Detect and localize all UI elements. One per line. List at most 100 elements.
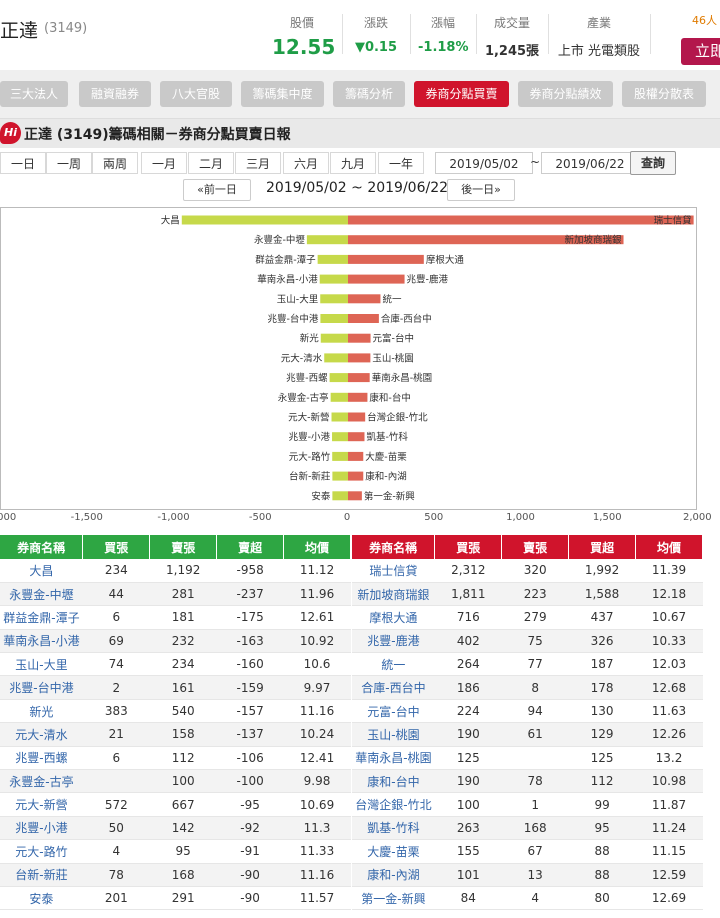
table-cell: 667 [149,792,217,817]
table-cell: -90 [216,863,284,887]
table-cell: 155 [434,839,502,864]
query-button[interactable]: 查詢 [630,151,676,175]
bar-label: 元大-路竹 [289,451,331,463]
table-row: 新加坡商瑞銀 1,811 223 1,588 12.18 [352,582,703,607]
table-cell: 130 [568,699,636,724]
bar-label: 玉山-大里 [277,293,318,305]
tab-shareholding[interactable]: 股權分散表 [622,81,706,107]
period-button[interactable]: 兩周 [92,152,138,174]
bar-label: 第一金-新興 [364,490,415,502]
broker-name-cell[interactable]: 摩根大通 [352,605,435,630]
table-cell: 186 [434,675,502,700]
broker-name-cell[interactable]: 元大-新營 [0,792,83,817]
broker-name-cell[interactable]: 元大-清水 [0,722,83,747]
table-cell: 1 [501,792,569,817]
table-cell: 10.98 [635,769,703,794]
sell-bar [320,314,348,323]
broker-name-cell[interactable]: 玉山-桃園 [352,722,435,747]
broker-name-cell[interactable]: 新光 [0,699,83,724]
date-from-input[interactable]: 2019/05/02 [435,152,533,174]
broker-name-cell[interactable]: 元富-台中 [352,699,435,724]
period-button[interactable]: 一月 [141,152,187,174]
broker-name-cell[interactable]: 台新-新莊 [0,863,83,887]
table-cell: 181 [149,605,217,630]
period-button[interactable]: 六月 [283,152,329,174]
broker-name-cell[interactable]: 大慶-苗栗 [352,839,435,864]
metric-change: 漲跌 ▼0.15 [350,14,402,55]
broker-name-cell[interactable]: 統一 [352,652,435,677]
broker-name-cell[interactable]: 凱基-竹科 [352,816,435,841]
table-row: 玉山-桃園 190 61 129 12.26 [352,722,703,747]
broker-name-cell[interactable]: 永豐金-中壢 [0,582,83,607]
table-cell: 8 [501,675,569,700]
broker-name-cell[interactable]: 康和-台中 [352,769,435,794]
broker-name-cell[interactable]: 華南永昌-桃園 [352,746,435,771]
metric-label: 漲跌 [363,16,388,30]
bar-label: 玉山-桃園 [372,352,413,364]
tab-institutional[interactable]: 三大法人 [0,81,68,107]
tab-margin[interactable]: 融資融券 [79,81,151,107]
broker-name-cell[interactable]: 兆豐-鹿港 [352,629,435,654]
period-button[interactable]: 一周 [46,152,92,174]
broker-name-cell[interactable]: 元大-路竹 [0,839,83,864]
bar-label: 新加坡商瑞銀 [565,234,623,246]
tab-concentration[interactable]: 籌碼集中度 [241,81,324,107]
x-tick-label: 1,500 [592,512,622,523]
period-button[interactable]: 九月 [330,152,376,174]
bar-label: 大慶-苗栗 [365,451,407,463]
table-row: 凱基-竹科 263 168 95 11.24 [352,816,703,841]
period-button[interactable]: 一年 [378,152,424,174]
broker-name-cell[interactable]: 永豐金-古亭 [0,769,83,794]
broker-name-cell[interactable]: 康和-內湖 [352,863,435,887]
broker-name-cell[interactable]: 玉山-大里 [0,652,83,677]
broker-name-cell[interactable]: 大昌 [0,559,83,583]
column-header: 券商名稱 [352,535,436,559]
buy-bar [348,451,364,461]
table-cell: 69 [82,629,150,654]
stock-header: 正達 (3149) 股價 12.55 漲跌 ▼0.15 漲幅 -1.18% 成交… [0,0,720,70]
tab-official-banks[interactable]: 八大官股 [160,81,232,107]
date-to-input[interactable]: 2019/06/22 [541,152,639,174]
table-row: 康和-台中 190 78 112 10.98 [352,769,703,794]
broker-name-cell[interactable]: 第一金-新興 [352,886,435,911]
table-cell: 80 [568,886,636,911]
table-cell: 161 [149,675,217,700]
period-button[interactable]: 一日 [0,152,46,174]
table-row: 元富-台中 224 94 130 11.63 [352,699,703,724]
broker-name-cell[interactable]: 兆豐-小港 [0,816,83,841]
broker-name-cell[interactable]: 合庫-西台中 [352,675,435,700]
broker-name-cell[interactable]: 群益金鼎-潭子 [0,605,83,630]
tab-broker-performance[interactable]: 券商分點績效 [518,81,613,107]
table-cell: -95 [216,792,284,817]
broker-bar-chart: 大昌永豐金-中壢群益金鼎-潭子華南永昌-小港玉山-大里兆豐-台中港新光元大-清水… [161,215,694,502]
broker-name-cell[interactable]: 兆豐-西螺 [0,746,83,771]
next-day-button[interactable]: 後一日» [447,179,515,201]
tab-chip-analysis[interactable]: 籌碼分析 [333,81,405,107]
table-cell: 100 [434,792,502,817]
table-cell: 12.69 [635,886,703,911]
table-cell: 78 [501,769,569,794]
date-navigation: «前一日 2019/05/02 ~ 2019/06/22 後一日» [0,178,720,202]
table-cell: -100 [216,769,284,794]
broker-name-cell[interactable]: 台灣企銀-竹北 [352,792,435,817]
broker-name-cell[interactable]: 安泰 [0,886,83,911]
table-cell: 129 [568,722,636,747]
x-tick-label: -500 [248,512,272,523]
broker-name-cell[interactable]: 華南永昌-小港 [0,629,83,654]
period-button[interactable]: 三月 [235,152,281,174]
buy-bar [348,471,364,481]
table-cell: 234 [149,652,217,677]
broker-name-cell[interactable]: 兆豐-台中港 [0,675,83,700]
prev-day-button[interactable]: «前一日 [183,179,251,201]
buy-button[interactable]: 立即 [681,38,720,65]
broker-name-cell[interactable]: 新加坡商瑞銀 [352,582,435,607]
bar-label: 華南永昌-桃園 [372,372,432,384]
sell-bar [332,491,348,501]
broker-name-cell[interactable]: 瑞士信貸 [352,559,435,583]
table-row: 兆豐-西螺 6 112 -106 12.41 [0,746,351,771]
table-cell: 326 [568,629,636,654]
stock-code: (3149) [44,21,88,36]
tab-broker-trades[interactable]: 券商分點買賣 [414,81,509,107]
range-title: 2019/05/02 ~ 2019/06/22 [266,180,449,196]
period-button[interactable]: 二月 [188,152,234,174]
